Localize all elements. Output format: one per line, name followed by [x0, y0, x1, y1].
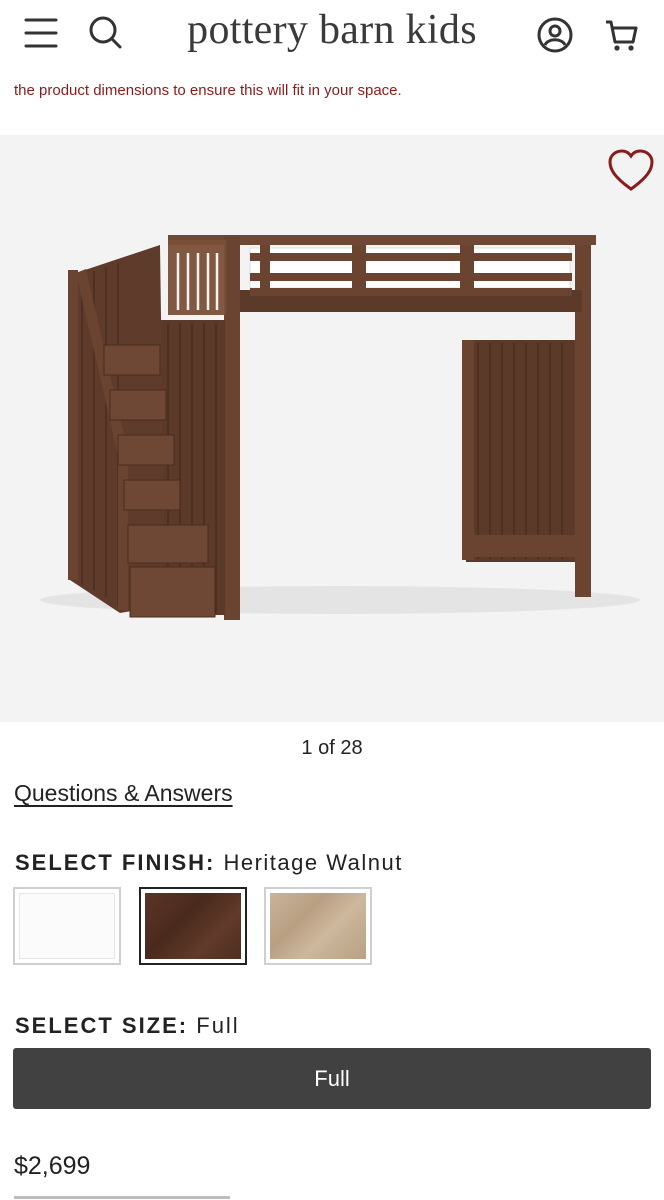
size-option-label: Full — [314, 1065, 350, 1091]
dimension-notice: the product dimensions to ensure this wi… — [14, 82, 402, 99]
site-logo[interactable]: pottery barn kids — [150, 6, 514, 54]
finish-swatch-heritage-walnut[interactable] — [139, 887, 247, 965]
swatch-fill — [145, 893, 241, 959]
product-gallery[interactable] — [0, 135, 664, 722]
divider — [14, 1196, 230, 1199]
site-header: pottery barn kids — [0, 0, 664, 70]
finish-label-text: SELECT FINISH: — [15, 850, 216, 875]
finish-selected-value: Heritage Walnut — [223, 850, 403, 875]
account-icon[interactable] — [532, 12, 578, 58]
heart-icon[interactable] — [604, 147, 658, 195]
menu-icon[interactable] — [22, 14, 60, 52]
finish-swatch-white[interactable] — [13, 887, 121, 965]
product-image — [40, 235, 640, 620]
swatch-fill — [270, 893, 366, 959]
size-selected-value: Full — [196, 1013, 240, 1038]
select-finish-label: SELECT FINISH: Heritage Walnut — [15, 850, 403, 876]
product-price: $2,699 — [14, 1152, 91, 1180]
swatch-fill — [19, 893, 115, 959]
size-label-text: SELECT SIZE: — [15, 1013, 189, 1038]
finish-swatch-light[interactable] — [264, 887, 372, 965]
questions-answers-link[interactable]: Questions & Answers — [14, 780, 233, 807]
select-size-label: SELECT SIZE: Full — [15, 1013, 240, 1039]
image-counter: 1 of 28 — [301, 737, 363, 759]
search-icon[interactable] — [86, 12, 126, 52]
size-option-button[interactable]: Full — [13, 1048, 651, 1109]
cart-icon[interactable] — [598, 12, 644, 58]
